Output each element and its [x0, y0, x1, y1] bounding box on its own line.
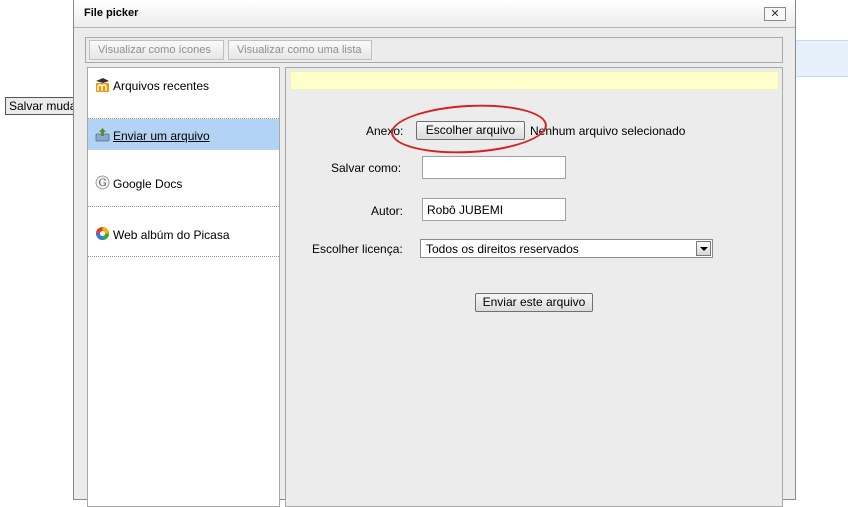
chevron-down-icon[interactable] — [696, 241, 711, 256]
sidebar-item-google-docs[interactable]: G Google Docs — [88, 156, 279, 207]
view-as-list-button[interactable]: Visualizar como uma lista — [228, 40, 372, 60]
save-as-label: Salvar como: — [331, 161, 402, 175]
sidebar-item-label: Web albúm do Picasa — [113, 228, 230, 242]
license-selected-value: Todos os direitos reservados — [426, 242, 579, 256]
sidebar-item-upload[interactable]: Enviar um arquivo — [88, 119, 279, 150]
upload-icon — [95, 128, 110, 142]
sidebar-item-recent-files[interactable]: Arquivos recentes — [88, 68, 279, 119]
license-label: Escolher licença: — [312, 242, 403, 256]
view-as-icons-button[interactable]: Visualizar como ícones — [89, 40, 224, 60]
sidebar-item-label: Arquivos recentes — [113, 79, 210, 93]
message-bar — [290, 71, 779, 90]
author-label: Autor: — [371, 204, 404, 218]
background-notice-bar — [790, 40, 848, 77]
save-changes-button[interactable]: Salvar mudanças — [5, 97, 80, 115]
moodle-icon — [96, 78, 109, 92]
repository-sidebar: Arquivos recentes Enviar um arquivo G Go… — [87, 67, 280, 507]
upload-panel: Anexo: Escolher arquivo Nenhum arquivo s… — [285, 67, 783, 507]
choose-file-button[interactable]: Escolher arquivo — [416, 121, 525, 140]
close-button[interactable]: ✕ — [764, 7, 786, 21]
no-file-selected-text: Nenhum arquivo selecionado — [530, 124, 686, 138]
author-input[interactable] — [422, 198, 566, 221]
sidebar-item-label: Google Docs — [113, 177, 183, 191]
sidebar-item-label: Enviar um arquivo — [113, 129, 210, 143]
close-icon: ✕ — [770, 8, 780, 20]
picasa-icon — [96, 227, 109, 240]
attachment-label: Anexo: — [366, 124, 404, 138]
dialog-title: File picker — [84, 7, 139, 19]
license-select[interactable]: Todos os direitos reservados — [420, 239, 713, 258]
file-picker-dialog: File picker ✕ Visualizar como ícones Vis… — [73, 0, 796, 507]
dialog-header[interactable]: File picker ✕ — [74, 0, 795, 28]
google-icon: G — [95, 175, 110, 190]
save-as-input[interactable] — [422, 156, 566, 179]
view-toolbar: Visualizar como ícones Visualizar como u… — [85, 37, 783, 63]
submit-upload-button[interactable]: Enviar este arquivo — [475, 293, 593, 312]
sidebar-item-picasa[interactable]: Web albúm do Picasa — [88, 207, 279, 257]
svg-text:G: G — [99, 178, 107, 189]
